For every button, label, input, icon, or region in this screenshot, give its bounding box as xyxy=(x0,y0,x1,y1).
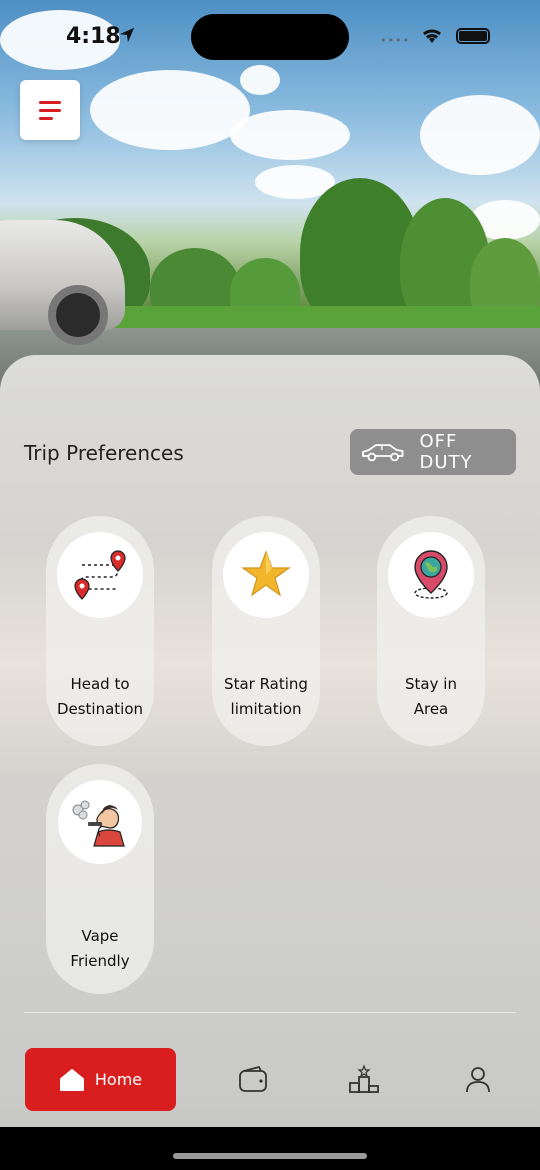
home-icon xyxy=(59,1068,84,1091)
home-indicator-area xyxy=(0,1127,540,1170)
pref-label: Stay in Area xyxy=(405,675,457,718)
off-duty-button[interactable]: OFF DUTY xyxy=(350,429,516,475)
home-indicator[interactable] xyxy=(173,1153,367,1159)
leaderboard-icon[interactable] xyxy=(348,1063,380,1095)
cellular-signal-icon: •••• xyxy=(380,34,410,47)
pref-card-head-to-destination[interactable]: Head to Destination xyxy=(46,516,154,746)
tab-home[interactable]: Home xyxy=(25,1048,176,1111)
trip-preferences-sheet: Trip Preferences OFF DUTY Head to Destin… xyxy=(0,355,540,1127)
globe-pin-icon xyxy=(388,532,474,618)
profile-icon[interactable] xyxy=(462,1063,494,1095)
car-icon xyxy=(362,444,404,462)
star-icon xyxy=(223,532,309,618)
off-duty-label: OFF DUTY xyxy=(419,431,473,473)
dynamic-island xyxy=(191,14,349,60)
pref-card-stay-in-area[interactable]: Stay in Area xyxy=(377,516,485,746)
pref-label: Star Rating limitation xyxy=(224,675,308,718)
vape-person-icon xyxy=(58,780,142,864)
tab-home-label: Home xyxy=(94,1070,143,1089)
pref-label: Vape Friendly xyxy=(70,927,130,970)
pref-card-vape-friendly[interactable]: Vape Friendly xyxy=(46,764,154,994)
pref-card-star-rating-limitation[interactable]: Star Rating limitation xyxy=(212,516,320,746)
status-time: 4:18 xyxy=(66,24,121,49)
battery-icon xyxy=(456,28,490,44)
divider xyxy=(24,1012,516,1013)
menu-icon xyxy=(39,100,61,104)
menu-button[interactable] xyxy=(20,80,80,140)
section-title: Trip Preferences xyxy=(24,441,184,465)
wallet-icon[interactable] xyxy=(237,1063,269,1095)
wifi-icon xyxy=(423,29,441,43)
status-bar: 4:18 •••• xyxy=(0,0,540,70)
bottom-tab-bar: Home xyxy=(0,1035,540,1127)
location-arrow-icon xyxy=(119,27,135,43)
route-pins-icon xyxy=(57,532,143,618)
pref-label: Head to Destination xyxy=(56,675,144,718)
